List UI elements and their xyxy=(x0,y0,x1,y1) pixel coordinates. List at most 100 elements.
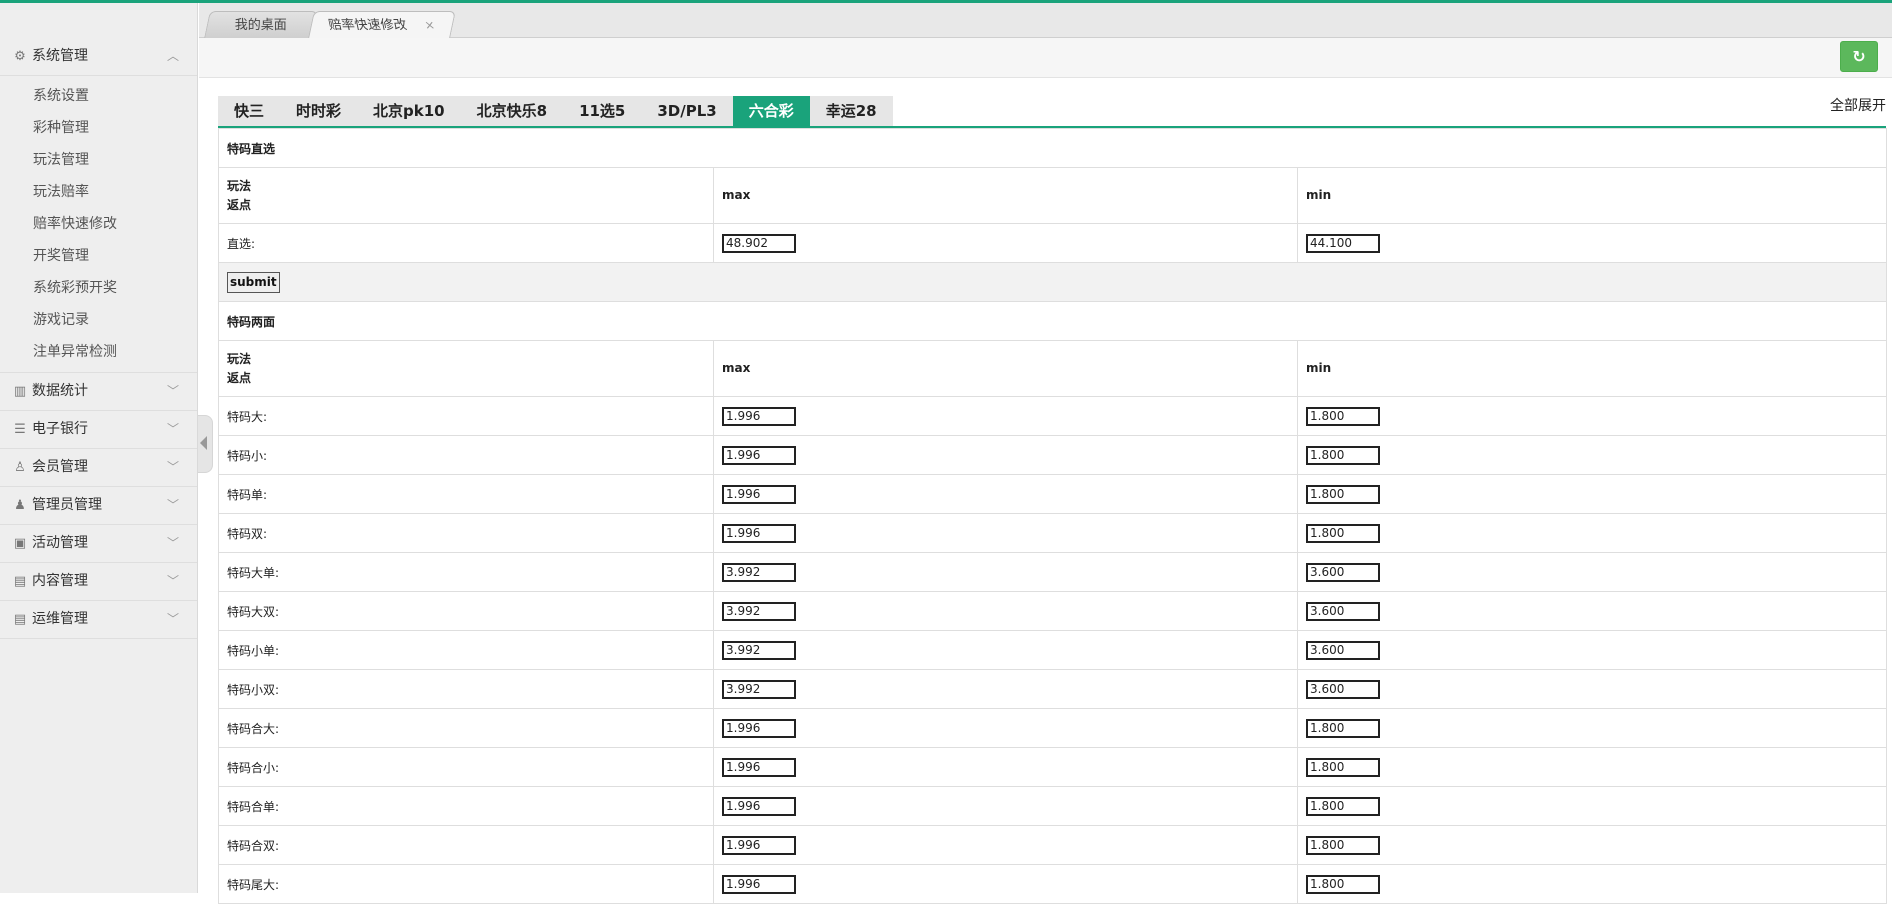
max-odds-input[interactable] xyxy=(722,523,796,543)
min-odds-input[interactable] xyxy=(1306,796,1380,816)
close-icon[interactable]: × xyxy=(422,12,438,39)
table-row: 特码合大: xyxy=(218,708,1887,748)
max-odds-input[interactable] xyxy=(722,718,796,738)
sidebar-item-play-management[interactable]: 玩法管理 xyxy=(0,144,197,176)
column-header-row: 玩法 返点 max min xyxy=(218,340,1887,397)
chevron-down-icon: ﹀ xyxy=(166,574,179,588)
max-cell xyxy=(713,435,1298,475)
document-icon: ▤ xyxy=(13,574,27,589)
max-odds-input[interactable] xyxy=(722,562,796,582)
sidebar-item-odds-quick-edit[interactable]: 赔率快速修改 xyxy=(0,208,197,240)
play-label: 特码尾大: xyxy=(218,864,714,904)
tab-3d-pl3[interactable]: 3D/PL3 xyxy=(641,96,733,126)
play-label: 特码小: xyxy=(218,435,714,475)
min-odds-input[interactable] xyxy=(1306,601,1380,621)
chevron-down-icon: ﹀ xyxy=(166,384,179,398)
min-odds-input[interactable] xyxy=(1306,484,1380,504)
max-odds-input[interactable] xyxy=(722,406,796,426)
tab-bjpk10[interactable]: 北京pk10 xyxy=(357,96,461,126)
max-odds-input[interactable] xyxy=(722,601,796,621)
tab-kuai3[interactable]: 快三 xyxy=(218,96,281,126)
table-row: 特码小: xyxy=(218,435,1887,475)
min-odds-input[interactable] xyxy=(1306,718,1380,738)
min-odds-input[interactable] xyxy=(1306,757,1380,777)
menu-group-system[interactable]: ⚙ 系统管理 ︿ xyxy=(0,38,197,76)
max-odds-input[interactable] xyxy=(722,679,796,699)
max-odds-input[interactable] xyxy=(722,484,796,504)
toolbar: ↻ xyxy=(199,38,1892,78)
play-label: 特码合双: xyxy=(218,825,714,865)
tab-11x5[interactable]: 11选5 xyxy=(563,96,642,126)
tab-shishicai[interactable]: 时时彩 xyxy=(280,96,358,126)
min-odds-input[interactable] xyxy=(1306,406,1380,426)
play-label: 特码大双: xyxy=(218,591,714,631)
tab-liuhecai[interactable]: 六合彩 xyxy=(732,96,810,126)
min-cell xyxy=(1297,435,1887,475)
table-row: 特码单: xyxy=(218,474,1887,514)
submit-button[interactable]: submit xyxy=(227,271,280,293)
menu-group-activities[interactable]: ▣ 活动管理 ﹀ xyxy=(0,525,197,563)
max-odds-input[interactable] xyxy=(722,445,796,465)
min-odds-input[interactable] xyxy=(1306,233,1380,253)
play-label: 直选: xyxy=(218,223,714,263)
max-cell xyxy=(713,513,1298,553)
play-label: 特码小单: xyxy=(218,630,714,670)
min-odds-input[interactable] xyxy=(1306,640,1380,660)
min-cell xyxy=(1297,630,1887,670)
min-odds-input[interactable] xyxy=(1306,523,1380,543)
menu-group-admins[interactable]: ♟ 管理员管理 ﹀ xyxy=(0,487,197,525)
table-row: 特码尾大: xyxy=(218,864,1887,904)
header-min: min xyxy=(1297,340,1887,397)
min-odds-input[interactable] xyxy=(1306,679,1380,699)
sidebar-item-lottery-types[interactable]: 彩种管理 xyxy=(0,112,197,144)
play-label: 特码双: xyxy=(218,513,714,553)
menu-group-ebank[interactable]: ☰ 电子银行 ﹀ xyxy=(0,411,197,449)
menu-group-members[interactable]: ♙ 会员管理 ﹀ xyxy=(0,449,197,487)
max-odds-input[interactable] xyxy=(722,640,796,660)
refresh-button[interactable]: ↻ xyxy=(1840,41,1878,72)
sidebar-item-draw-management[interactable]: 开奖管理 xyxy=(0,240,197,272)
max-cell xyxy=(713,825,1298,865)
gear-icon: ⚙ xyxy=(14,49,26,64)
sidebar-item-game-records[interactable]: 游戏记录 xyxy=(0,304,197,336)
max-cell xyxy=(713,669,1298,709)
max-odds-input[interactable] xyxy=(722,757,796,777)
expand-all-link[interactable]: 全部展开 xyxy=(1830,96,1886,116)
tab-my-desktop[interactable]: 我的桌面 xyxy=(204,11,318,38)
menu-group-content[interactable]: ▤ 内容管理 ﹀ xyxy=(0,563,197,601)
menu-group-ops[interactable]: ▤ 运维管理 ﹀ xyxy=(0,601,197,639)
min-odds-input[interactable] xyxy=(1306,562,1380,582)
min-odds-input[interactable] xyxy=(1306,445,1380,465)
column-header-row: 玩法 返点 max min xyxy=(218,167,1887,224)
sidebar-item-pre-draw[interactable]: 系统彩预开奖 xyxy=(0,272,197,304)
section-title: 特码直选 xyxy=(218,128,1887,168)
tab-lucky28[interactable]: 幸运28 xyxy=(809,96,893,126)
max-odds-input[interactable] xyxy=(722,233,796,253)
min-odds-input[interactable] xyxy=(1306,874,1380,894)
list-icon: ☰ xyxy=(14,422,26,437)
sidebar-item-system-settings[interactable]: 系统设置 xyxy=(0,80,197,112)
odds-table: 特码直选玩法返点maxmin直选:submit特码两面玩法返点maxmin特码大… xyxy=(218,128,1887,904)
refresh-icon: ↻ xyxy=(1852,47,1866,66)
tab-bjkl8[interactable]: 北京快乐8 xyxy=(460,96,564,126)
min-cell xyxy=(1297,825,1887,865)
max-odds-input[interactable] xyxy=(722,835,796,855)
chevron-up-icon: ︿ xyxy=(166,49,179,63)
sidebar-collapse-handle[interactable] xyxy=(198,415,213,473)
table-row: 特码小双: xyxy=(218,669,1887,709)
tab-odds-quick-edit[interactable]: 赔率快速修改 × xyxy=(308,11,456,38)
max-cell xyxy=(713,708,1298,748)
main-content: 快三 时时彩 北京pk10 北京快乐8 11选5 3D/PL3 六合彩 幸运28… xyxy=(218,96,1887,904)
max-odds-input[interactable] xyxy=(722,874,796,894)
sidebar-item-play-odds[interactable]: 玩法赔率 xyxy=(0,176,197,208)
max-odds-input[interactable] xyxy=(722,796,796,816)
table-row: 特码大单: xyxy=(218,552,1887,592)
max-cell xyxy=(713,396,1298,436)
min-cell xyxy=(1297,786,1887,826)
header-play: 玩法 xyxy=(227,178,252,193)
min-odds-input[interactable] xyxy=(1306,835,1380,855)
max-cell xyxy=(713,786,1298,826)
sidebar-item-bet-anomaly[interactable]: 注单异常检测 xyxy=(0,336,197,368)
header-play-rebate: 玩法 返点 xyxy=(218,340,714,397)
menu-group-statistics[interactable]: ▥ 数据统计 ﹀ xyxy=(0,373,197,411)
